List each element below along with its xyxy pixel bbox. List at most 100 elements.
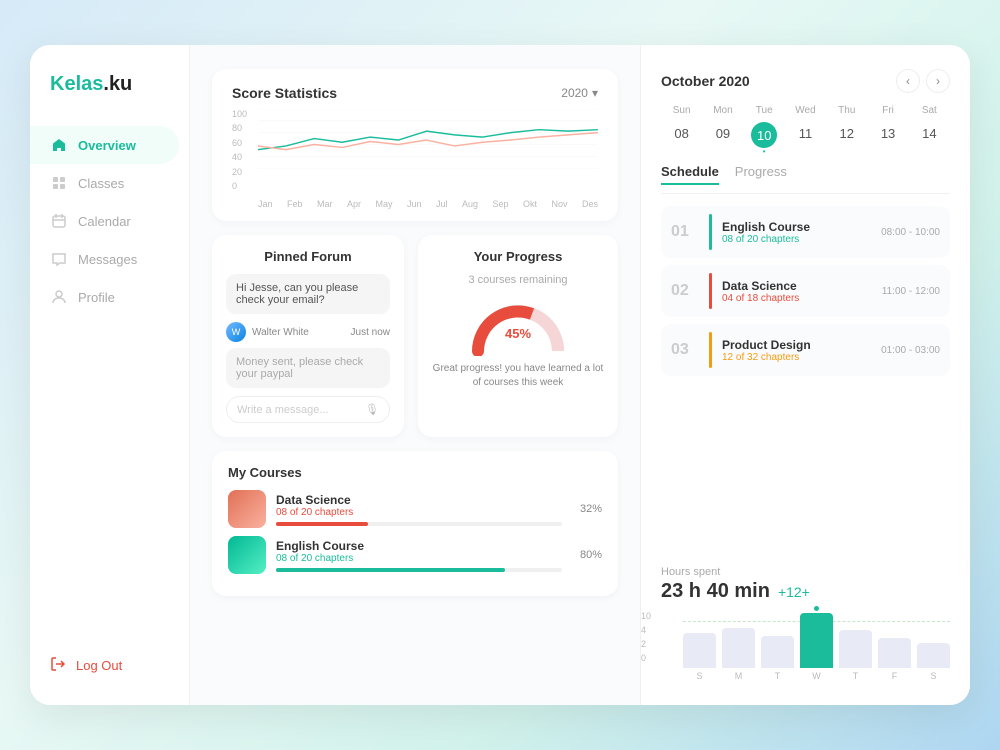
logout-button[interactable]: Log Out — [30, 646, 189, 685]
sidebar-item-classes[interactable]: Classes — [30, 164, 179, 202]
logout-icon — [50, 656, 66, 675]
schedule-item-3: 03 Product Design 12 of 32 chapters 01:0… — [661, 324, 950, 376]
bar-col-s2: S — [917, 643, 950, 681]
logo-ku: ku — [109, 73, 132, 95]
score-year-selector[interactable]: 2020 ▾ — [561, 86, 598, 100]
bar-col-f: F — [878, 638, 911, 681]
cal-day-14[interactable]: 14 — [909, 122, 950, 148]
hours-spent-section: Hours spent 23 h 40 min +12+ 10420 S — [661, 566, 950, 681]
calendar-prev-button[interactable]: ‹ — [896, 69, 920, 93]
sidebar-item-label: Messages — [78, 252, 137, 267]
sched-chapters-1: 08 of 20 chapters — [722, 234, 871, 245]
bar-w — [800, 613, 833, 668]
nav-menu: Overview Classes — [30, 126, 189, 646]
schedule-item-1: 01 English Course 08 of 20 chapters 08:0… — [661, 206, 950, 258]
cal-day-12[interactable]: 12 — [826, 122, 867, 148]
day-name-tue: Tue — [744, 105, 785, 122]
course-thumb-data-science — [228, 490, 266, 528]
sidebar-item-label: Classes — [78, 176, 124, 191]
sched-name-2: Data Science — [722, 279, 872, 293]
sched-info-1: English Course 08 of 20 chapters — [722, 220, 871, 245]
sched-name-3: Product Design — [722, 338, 871, 352]
message-sender: W Walter White Just now — [226, 322, 390, 342]
sched-num-1: 01 — [671, 223, 699, 241]
bar-label-s2: S — [930, 671, 936, 681]
sched-time-2: 11:00 - 12:00 — [882, 286, 940, 297]
sched-info-3: Product Design 12 of 32 chapters — [722, 338, 871, 363]
calendar-icon — [50, 212, 68, 230]
bar-label-w: W — [812, 671, 821, 681]
sched-bar-1 — [709, 214, 712, 250]
chart-svg — [258, 109, 598, 170]
bar-col-t2: T — [839, 630, 872, 681]
tab-progress[interactable]: Progress — [735, 164, 787, 185]
cal-day-08[interactable]: 08 — [661, 122, 702, 148]
bar-t1 — [761, 636, 794, 668]
calendar-nav: ‹ › — [896, 69, 950, 93]
bar-y-labels: 10420 — [641, 611, 651, 663]
bar-s2 — [917, 643, 950, 668]
bar-col-t1: T — [761, 636, 794, 681]
day-name-sat: Sat — [909, 105, 950, 122]
logo: Kelas.ku — [30, 73, 189, 126]
microphone-icon: 🎙 — [365, 403, 379, 416]
course-bar — [276, 522, 368, 526]
cal-day-10-today[interactable]: 10 — [751, 122, 777, 148]
cards-row: Pinned Forum Hi Jesse, can you please ch… — [212, 235, 618, 437]
pinned-forum-title: Pinned Forum — [226, 249, 390, 264]
calendar-next-button[interactable]: › — [926, 69, 950, 93]
bar-m — [722, 628, 755, 668]
course-bar-bg — [276, 568, 562, 572]
schedule-item-2: 02 Data Science 04 of 18 chapters 11:00 … — [661, 265, 950, 317]
course-chapters: 08 of 20 chapters — [276, 507, 562, 518]
sidebar-item-profile[interactable]: Profile — [30, 278, 179, 316]
bar-s1 — [683, 633, 716, 668]
chart-y-labels: 100806040200 — [232, 109, 247, 191]
hours-label: Hours spent — [661, 566, 950, 578]
sidebar-item-label: Profile — [78, 290, 115, 305]
sched-name-1: English Course — [722, 220, 871, 234]
hours-extra: +12+ — [778, 584, 810, 600]
chart-x-labels: JanFebMarAprMayJun JulAugSepOktNovDes — [258, 199, 598, 209]
my-courses-card: My Courses Data Science 08 of 20 chapter… — [212, 451, 618, 596]
user-icon — [50, 288, 68, 306]
schedule-tabs: Schedule Progress — [661, 164, 950, 194]
calendar-grid: Sun Mon Tue Wed Thu Fri Sat 08 09 10 11 … — [661, 105, 950, 148]
sched-num-3: 03 — [671, 341, 699, 359]
my-courses-title: My Courses — [228, 465, 602, 480]
sidebar-item-calendar[interactable]: Calendar — [30, 202, 179, 240]
bar-dot-w — [814, 606, 819, 611]
message-input-box[interactable]: Write a message... 🎙 — [226, 396, 390, 423]
home-icon — [50, 136, 68, 154]
sidebar-item-label: Calendar — [78, 214, 131, 229]
bar-label-t2: T — [853, 671, 859, 681]
bar-label-s1: S — [696, 671, 702, 681]
cal-day-13[interactable]: 13 — [867, 122, 908, 148]
tab-schedule[interactable]: Schedule — [661, 164, 719, 185]
course-name: English Course — [276, 539, 562, 553]
day-name-sun: Sun — [661, 105, 702, 122]
day-name-thu: Thu — [826, 105, 867, 122]
course-info-data-science: Data Science 08 of 20 chapters — [276, 493, 562, 526]
sidebar-item-overview[interactable]: Overview — [30, 126, 179, 164]
course-bar — [276, 568, 505, 572]
sched-chapters-3: 12 of 32 chapters — [722, 352, 871, 363]
day-name-fri: Fri — [867, 105, 908, 122]
message-1: Hi Jesse, can you please check your emai… — [226, 274, 390, 314]
calendar-month: October 2020 — [661, 73, 750, 89]
donut-percent: 45% — [505, 326, 531, 341]
sidebar: Kelas.ku Overview — [30, 45, 190, 705]
course-percent: 80% — [580, 549, 602, 561]
cal-day-11[interactable]: 11 — [785, 122, 826, 148]
logout-label: Log Out — [76, 658, 122, 673]
message-icon — [50, 250, 68, 268]
donut-chart: 45% — [468, 296, 568, 356]
bar-col-m: M — [722, 628, 755, 681]
bar-label-f: F — [892, 671, 898, 681]
sidebar-item-messages[interactable]: Messages — [30, 240, 179, 278]
progress-card: Your Progress 3 courses remaining 45% Gr… — [418, 235, 618, 437]
score-chart: 100806040200 JanFebMarAprMayJun — [232, 109, 598, 209]
cal-day-09[interactable]: 09 — [702, 122, 743, 148]
course-item-data-science: Data Science 08 of 20 chapters 32% — [228, 490, 602, 528]
day-name-wed: Wed — [785, 105, 826, 122]
